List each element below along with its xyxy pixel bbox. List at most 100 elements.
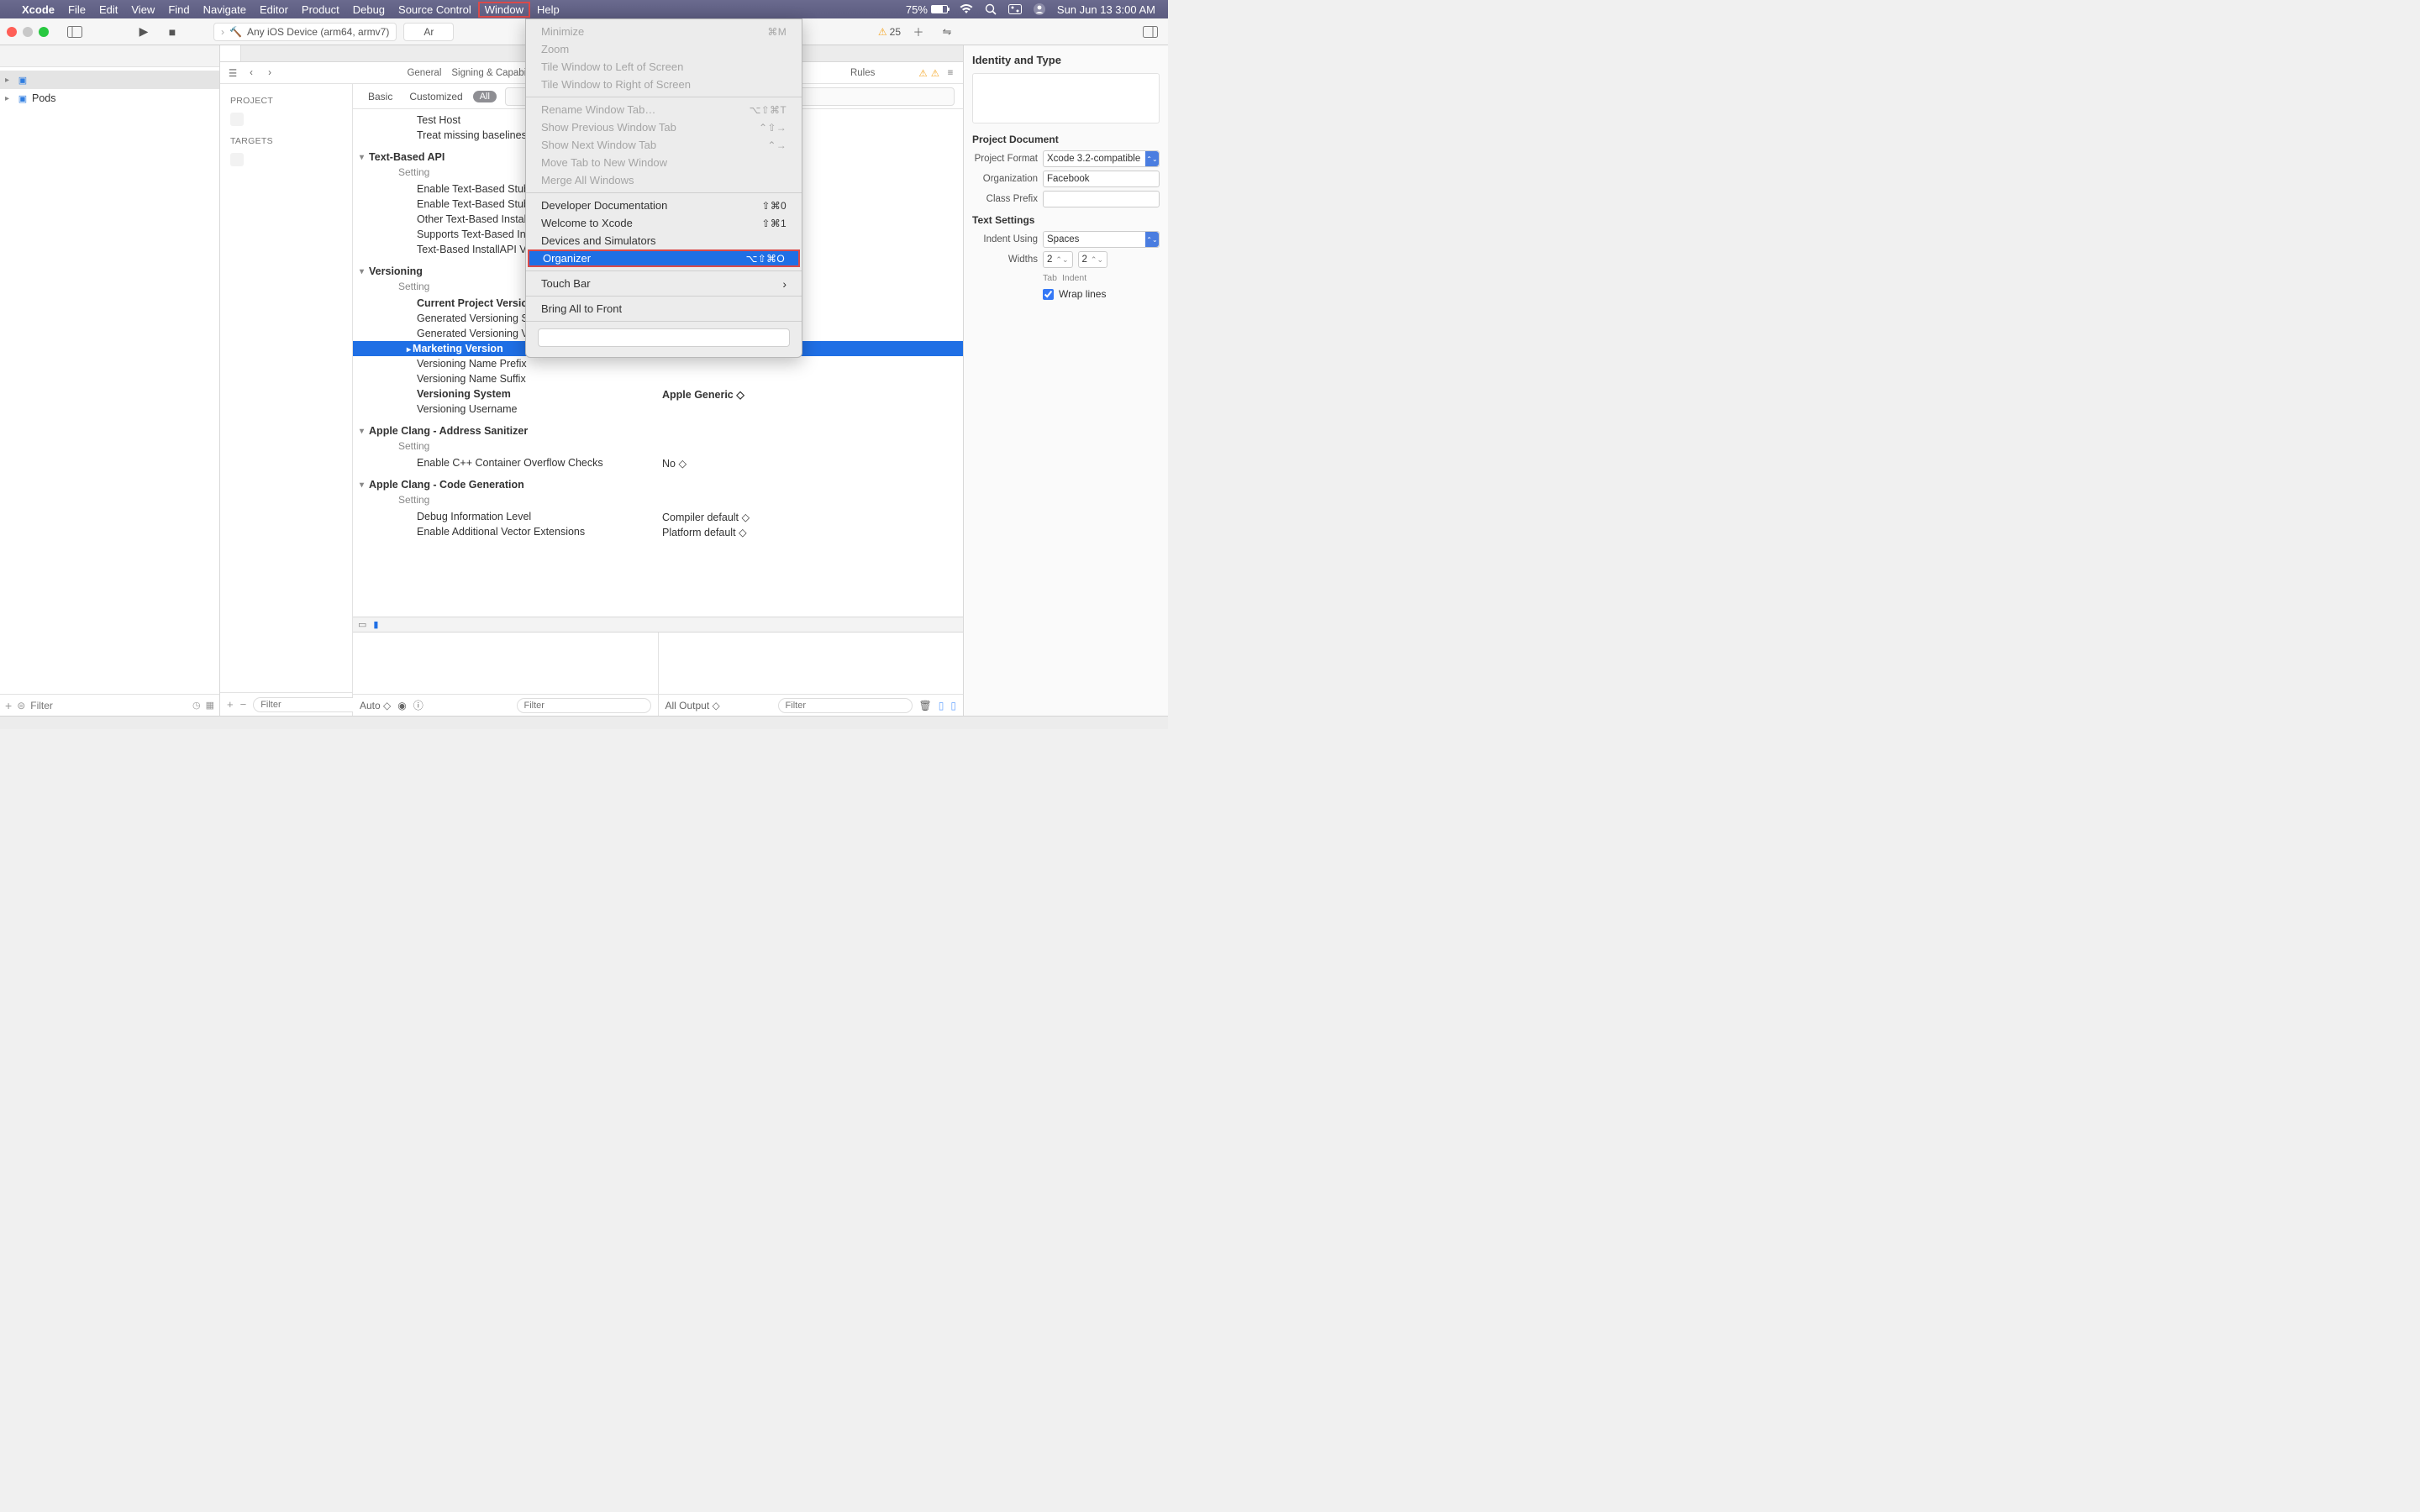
filter-scope-icon[interactable]: ⊜ <box>17 700 25 711</box>
menu-item-bring-all-to-front[interactable]: Bring All to Front <box>526 300 802 318</box>
menu-help[interactable]: Help <box>530 3 566 16</box>
menu-navigate[interactable]: Navigate <box>197 3 253 16</box>
navigator-item-project[interactable]: ▸ ▣ <box>0 71 219 89</box>
disclosure-icon[interactable]: ▸ <box>5 94 13 103</box>
status-battery[interactable]: 75% <box>900 3 954 16</box>
variables-filter-input[interactable] <box>517 698 651 713</box>
window-menu-search-input[interactable] <box>538 328 790 347</box>
project-format-select[interactable]: Xcode 3.2-compatible⌃⌄ <box>1043 150 1160 167</box>
add-target-icon[interactable]: + <box>227 698 234 711</box>
menu-view[interactable]: View <box>124 3 161 16</box>
target-item[interactable] <box>220 150 352 170</box>
project-item[interactable] <box>220 109 352 129</box>
toggle-navigator-icon[interactable] <box>64 23 86 41</box>
menu-debug[interactable]: Debug <box>346 3 392 16</box>
add-icon[interactable]: + <box>5 699 12 712</box>
wrap-lines-checkbox[interactable] <box>1043 289 1054 300</box>
stop-button[interactable]: ■ <box>161 23 183 41</box>
forward-icon[interactable]: › <box>262 68 277 78</box>
menu-edit[interactable]: Edit <box>92 3 124 16</box>
menu-file[interactable]: File <box>61 3 92 16</box>
code-review-icon[interactable]: ⇋ <box>936 23 958 41</box>
filter-all[interactable]: All <box>473 91 497 102</box>
recent-icon[interactable]: ◷ <box>192 700 201 711</box>
search-icon[interactable] <box>979 3 1002 15</box>
status-datetime[interactable]: Sun Jun 13 3:00 AM <box>1051 3 1161 16</box>
build-setting-row[interactable]: Versioning SystemApple Generic ◇ <box>353 386 963 402</box>
toggle-inspector-icon[interactable] <box>1139 23 1161 41</box>
run-button[interactable]: ▶ <box>133 23 155 41</box>
menu-find[interactable]: Find <box>161 3 196 16</box>
menu-item-organizer[interactable]: Organizer⌥⇧⌘O <box>528 249 800 267</box>
wifi-icon[interactable] <box>954 4 979 14</box>
navigator-filter-input[interactable] <box>30 700 187 711</box>
hide-debug-icon[interactable]: ▭ <box>358 619 366 630</box>
window-footer <box>0 716 1168 729</box>
disclosure-icon[interactable]: ▾ <box>360 153 364 162</box>
split-left-icon[interactable]: ▯ <box>939 700 944 711</box>
zoom-button[interactable] <box>39 27 49 37</box>
disclosure-icon[interactable]: ▾ <box>360 427 364 436</box>
class-prefix-input[interactable] <box>1043 191 1160 207</box>
variables-view[interactable]: Auto ◇ ◉ ⓘ <box>353 633 659 716</box>
scm-icon[interactable]: ▦ <box>206 700 214 711</box>
add-button[interactable]: ＋ <box>908 23 929 41</box>
trash-icon[interactable]: 🗑 <box>919 700 932 711</box>
widths-label: Widths <box>972 255 1038 265</box>
build-setting-row[interactable]: Enable C++ Container Overflow ChecksNo ◇ <box>353 455 963 470</box>
issues-inline-icon2[interactable]: ⚠︎ <box>931 67 939 79</box>
back-icon[interactable]: ‹ <box>244 68 259 78</box>
navigator-tabs[interactable] <box>0 45 219 67</box>
disclosure-icon[interactable]: ▾ <box>360 480 364 490</box>
settings-tab-rules[interactable]: Rules <box>847 68 878 78</box>
related-items-icon[interactable]: ☰ <box>225 67 240 79</box>
issues-inline-icon[interactable]: ⚠︎ <box>918 67 927 79</box>
split-right-icon[interactable]: ▯ <box>950 700 956 711</box>
project-navigator-tree[interactable]: ▸ ▣ ▸ ▣ Pods <box>0 67 219 694</box>
build-setting-row[interactable]: Enable Additional Vector ExtensionsPlatf… <box>353 524 963 539</box>
info-icon[interactable]: ⓘ <box>413 698 424 712</box>
editor-tab[interactable] <box>220 45 241 61</box>
filter-customized[interactable]: Customized <box>402 89 469 104</box>
disclosure-icon[interactable]: ▾ <box>360 267 364 276</box>
menu-app[interactable]: Xcode <box>15 3 61 16</box>
menu-editor[interactable]: Editor <box>253 3 295 16</box>
editor-options-icon[interactable]: ≡ <box>943 68 958 78</box>
scheme-label: Any iOS Device (arm64, armv7) <box>247 26 389 38</box>
menu-item-welcome-to-xcode[interactable]: Welcome to Xcode⇧⌘1 <box>526 214 802 232</box>
debug-area: Auto ◇ ◉ ⓘ All Output ◇ <box>353 632 963 716</box>
navigator-item-pods[interactable]: ▸ ▣ Pods <box>0 89 219 108</box>
variables-scope[interactable]: Auto ◇ <box>360 700 391 711</box>
control-center-icon[interactable] <box>1002 4 1028 14</box>
remove-target-icon[interactable]: − <box>240 698 247 711</box>
menu-item-developer-documentation[interactable]: Developer Documentation⇧⌘0 <box>526 197 802 214</box>
console-view[interactable]: All Output ◇ 🗑 ▯ ▯ <box>659 633 964 716</box>
settings-section-header[interactable]: ▾Apple Clang - Address Sanitizer <box>353 422 963 440</box>
settings-tab-general[interactable]: General <box>403 68 445 78</box>
build-setting-row[interactable]: Versioning Username <box>353 402 963 417</box>
organization-input[interactable]: Facebook <box>1043 171 1160 187</box>
user-icon[interactable] <box>1028 3 1051 15</box>
console-output-scope[interactable]: All Output ◇ <box>666 700 720 711</box>
tab-width-stepper[interactable]: 2⌃⌄ <box>1043 251 1073 268</box>
indent-using-select[interactable]: Spaces⌃⌄ <box>1043 231 1160 248</box>
eye-icon[interactable]: ◉ <box>397 700 406 711</box>
issues-badge[interactable]: ⚠︎ 25 <box>878 26 901 38</box>
console-filter-input[interactable] <box>778 698 913 713</box>
build-setting-row[interactable]: Versioning Name Prefix <box>353 356 963 371</box>
filter-basic[interactable]: Basic <box>361 89 399 104</box>
minimize-button[interactable] <box>23 27 33 37</box>
indent-width-stepper[interactable]: 2⌃⌄ <box>1078 251 1108 268</box>
menu-item-devices-and-simulators[interactable]: Devices and Simulators <box>526 232 802 249</box>
menu-window[interactable]: Window <box>478 2 530 18</box>
close-button[interactable] <box>7 27 17 37</box>
menu-product[interactable]: Product <box>295 3 346 16</box>
breakpoint-icon[interactable]: ▮ <box>373 619 378 630</box>
menu-source-control[interactable]: Source Control <box>392 3 478 16</box>
build-setting-row[interactable]: Debug Information LevelCompiler default … <box>353 509 963 524</box>
build-setting-row[interactable]: Versioning Name Suffix <box>353 371 963 386</box>
scheme-selector[interactable]: › 🔨 Any iOS Device (arm64, armv7) <box>213 23 397 41</box>
disclosure-icon[interactable]: ▸ <box>5 76 13 85</box>
settings-section-header[interactable]: ▾Apple Clang - Code Generation <box>353 475 963 494</box>
menu-item-touch-bar[interactable]: Touch Bar <box>526 275 802 292</box>
